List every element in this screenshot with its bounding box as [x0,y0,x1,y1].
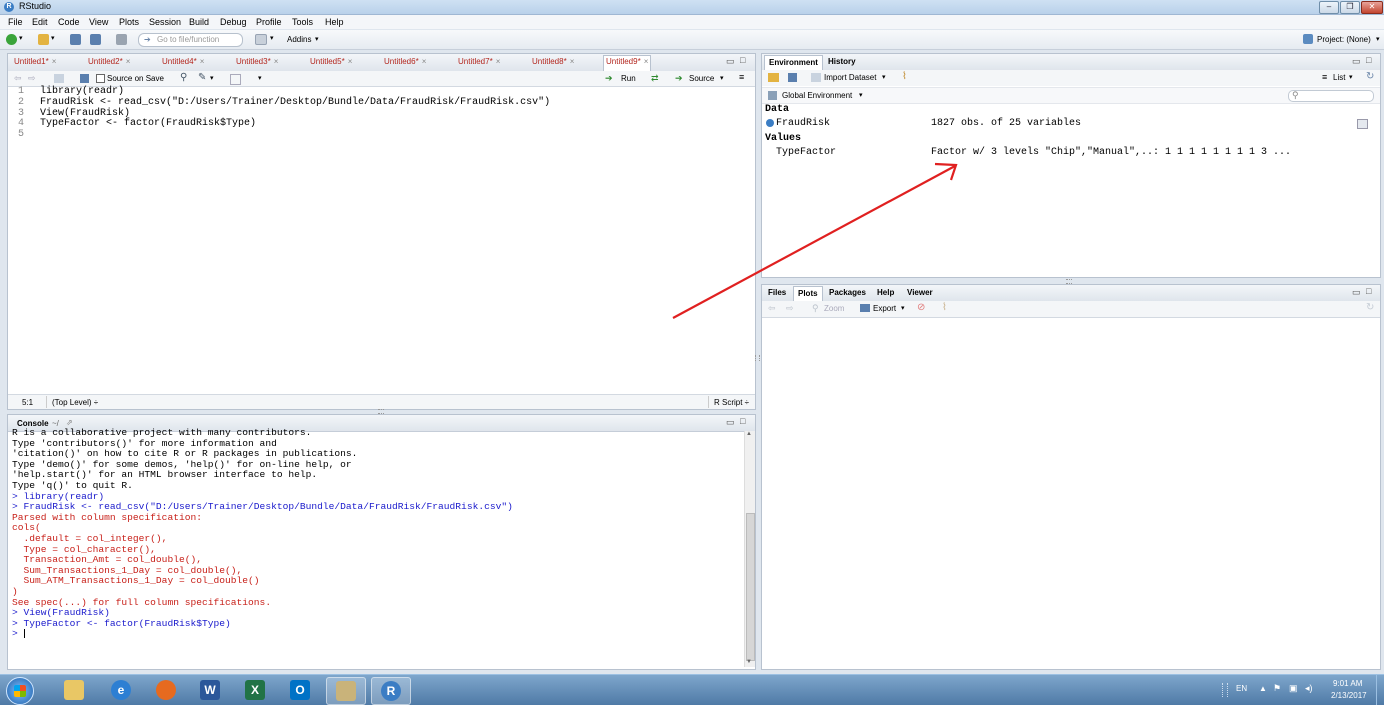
taskbar-ie[interactable]: e [102,677,140,703]
clock-date[interactable]: 2/13/2017 [1331,691,1367,700]
folder-icon [64,680,84,700]
show-hidden-icons-icon[interactable]: ▲ [1259,684,1267,693]
taskbar-tools-app[interactable] [326,677,366,705]
taskbar-explorer[interactable] [55,677,93,703]
clock-time[interactable]: 9:01 AM [1333,679,1362,688]
rstudio-icon: R [381,681,401,701]
taskbar-rstudio[interactable]: R [371,677,411,705]
network-icon[interactable]: ▣ [1289,683,1298,694]
start-button[interactable] [6,677,34,705]
outlook-icon: O [290,680,310,700]
taskbar-excel[interactable]: X [236,677,274,703]
taskbar-firefox[interactable] [147,677,185,703]
tools-icon [336,681,356,701]
language-indicator[interactable]: EN [1236,684,1247,693]
annotation-arrow-line [672,165,956,319]
taskbar-outlook[interactable]: O [281,677,319,703]
flag-icon[interactable]: ⚑ [1273,683,1281,694]
annotation-arrow [672,162,958,319]
internet-explorer-icon: e [111,680,131,700]
taskbar-word[interactable]: W [191,677,229,703]
show-desktop-button[interactable] [1376,675,1384,705]
word-icon: W [200,680,220,700]
excel-icon: X [245,680,265,700]
windows-logo-icon [14,685,26,697]
firefox-icon [156,680,176,700]
windows-taskbar: e W X O R EN ▲ ⚑ ▣ ◂) 9:01 AM 2/13/2017 [0,674,1384,705]
volume-icon[interactable]: ◂) [1305,683,1313,694]
taskbar-grip [1222,683,1228,697]
